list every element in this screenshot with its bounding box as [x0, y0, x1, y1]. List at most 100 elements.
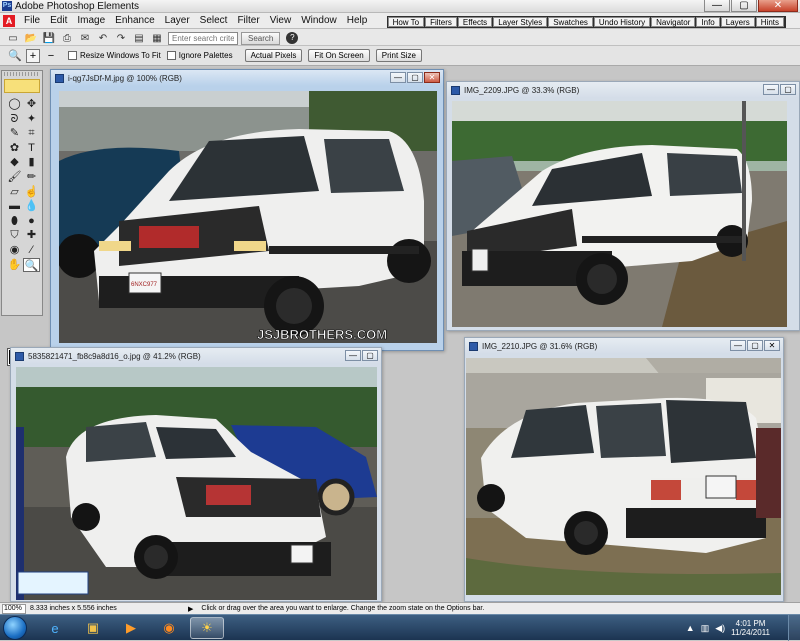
palette-tab-effects[interactable]: Effects [457, 17, 493, 27]
magic-wand-icon[interactable]: ✦ [23, 112, 40, 127]
help-icon[interactable]: ? [286, 32, 299, 44]
menu-help[interactable]: Help [342, 15, 373, 26]
doc-minimize-button[interactable]: — [345, 350, 361, 361]
clone-stamp-icon[interactable]: ⛉ [6, 228, 23, 243]
menu-view[interactable]: View [265, 15, 297, 26]
smudge-icon[interactable]: ☝ [23, 185, 40, 200]
toolbox-grip[interactable] [4, 72, 40, 76]
print-size-button[interactable]: Print Size [375, 49, 422, 62]
red-eye-icon[interactable]: ◉ [6, 243, 23, 258]
print-icon[interactable]: ⎙ [59, 31, 75, 45]
palette-tab-navigator[interactable]: Navigator [651, 17, 696, 27]
text-icon[interactable]: T [23, 141, 40, 156]
menu-edit[interactable]: Edit [45, 15, 72, 26]
search-input[interactable] [168, 31, 238, 45]
media-player-taskbar-icon[interactable]: ▶ [114, 617, 148, 639]
tray-expand-icon[interactable]: ▲ [686, 623, 695, 633]
eraser-icon[interactable]: ▱ [6, 185, 23, 200]
doc-restore-button[interactable]: ▢ [747, 340, 763, 351]
minimize-button[interactable]: — [704, 0, 730, 12]
dodge-icon[interactable]: ● [23, 214, 40, 229]
document-canvas[interactable]: 6NXC977 JSJBROTHERS.COM [59, 91, 437, 343]
resize-windows-checkbox[interactable] [68, 51, 77, 60]
start-button[interactable] [3, 616, 27, 640]
fit-on-screen-button[interactable]: Fit On Screen [308, 49, 370, 62]
zoom-tool-icon[interactable]: 🔍 [23, 257, 40, 273]
healing-brush-icon[interactable]: ✚ [23, 228, 40, 243]
marquee-icon[interactable]: ◯ [6, 97, 23, 112]
document-title-bar[interactable]: 5835821471_fb8c9a8d16_o.jpg @ 41.2% (RGB… [11, 348, 381, 364]
new-file-icon[interactable]: ▭ [5, 31, 21, 45]
document-controls: — ▢ [762, 84, 796, 95]
open-file-icon[interactable]: 📂 [23, 31, 39, 45]
menu-enhance[interactable]: Enhance [110, 15, 159, 26]
blur-icon[interactable]: 💧 [23, 199, 40, 214]
paint-bucket-icon[interactable]: ◆ [6, 155, 23, 170]
show-desktop-button[interactable] [788, 615, 800, 641]
photoshop-taskbar-icon[interactable]: ☀ [190, 617, 224, 639]
document-title-bar[interactable]: i-qg7JsDf-M.jpg @ 100% (RGB) — ▢ ✕ [51, 70, 443, 86]
ie-taskbar-icon[interactable]: e [38, 617, 72, 639]
doc-minimize-button[interactable]: — [390, 72, 406, 83]
email-icon[interactable]: ✉ [77, 31, 93, 45]
palette-tab-undo-history[interactable]: Undo History [593, 17, 651, 27]
firefox-taskbar-icon[interactable]: ◉ [152, 617, 186, 639]
redo-icon[interactable]: ↷ [113, 31, 129, 45]
search-button[interactable]: Search [241, 31, 281, 45]
close-button[interactable]: ✕ [758, 0, 798, 12]
sponge-icon[interactable]: ⬮ [6, 214, 23, 229]
shape-icon[interactable]: ▬ [6, 199, 23, 214]
menu-window[interactable]: Window [296, 15, 342, 26]
zoom-out-icon[interactable]: − [44, 49, 58, 63]
gradient-icon[interactable]: ▮ [23, 155, 40, 170]
volume-icon[interactable]: ◀) [715, 623, 725, 634]
cookie-cutter-icon[interactable]: ✿ [6, 141, 23, 156]
document-title-bar[interactable]: IMG_2210.JPG @ 31.6% (RGB) — ▢ ✕ [465, 338, 783, 354]
menu-image[interactable]: Image [72, 15, 110, 26]
undo-icon[interactable]: ↶ [95, 31, 111, 45]
palette-tab-info[interactable]: Info [696, 17, 720, 27]
brush-icon[interactable]: 🖌 [6, 170, 23, 185]
palette-tab-layer-styles[interactable]: Layer Styles [493, 17, 548, 27]
move-tool-icon[interactable]: ✥ [23, 97, 40, 112]
file-browser-icon[interactable]: ▤ [131, 31, 147, 45]
doc-minimize-button[interactable]: — [763, 84, 779, 95]
lasso-icon[interactable]: ᘐ [6, 112, 23, 127]
actual-pixels-button[interactable]: Actual Pixels [244, 49, 303, 62]
doc-close-button[interactable]: ✕ [764, 340, 780, 351]
zoom-in-icon[interactable]: + [26, 48, 40, 63]
selection-brush-icon[interactable]: ✎ [6, 126, 23, 141]
palette-tab-layers[interactable]: Layers [720, 17, 755, 27]
eyedropper-icon[interactable]: ⁄ [23, 243, 40, 258]
doc-minimize-button[interactable]: — [730, 340, 746, 351]
menu-layer[interactable]: Layer [160, 15, 195, 26]
menu-file[interactable]: File [19, 15, 45, 26]
menu-filter[interactable]: Filter [232, 15, 264, 26]
palette-tab-how-to[interactable]: How To [387, 17, 425, 27]
document-icon [451, 85, 460, 95]
ignore-palettes-checkbox[interactable] [166, 51, 176, 60]
network-icon[interactable]: ▥ [701, 623, 710, 634]
pencil-icon[interactable]: ✏ [23, 170, 40, 185]
menu-select[interactable]: Select [195, 15, 233, 26]
palette-tab-filters[interactable]: Filters [425, 17, 457, 27]
explorer-taskbar-icon[interactable]: ▣ [76, 617, 110, 639]
play-arrow-icon[interactable]: ▶ [188, 605, 193, 613]
palette-tab-swatches[interactable]: Swatches [548, 17, 593, 27]
palette-tab-hints[interactable]: Hints [755, 17, 784, 27]
hand-tool-icon[interactable]: ✋ [6, 258, 23, 273]
save-icon[interactable]: 💾 [41, 31, 57, 45]
zoom-level-field[interactable]: 100% [2, 603, 26, 614]
photo-bin-icon[interactable]: ▦ [149, 31, 165, 45]
doc-restore-button[interactable]: ▢ [362, 350, 378, 361]
maximize-button[interactable]: ▢ [731, 0, 757, 12]
document-canvas[interactable] [466, 358, 781, 595]
doc-close-button[interactable]: ✕ [424, 72, 440, 83]
document-title-bar[interactable]: IMG_2209.JPG @ 33.3% (RGB) — ▢ [447, 82, 799, 98]
clock[interactable]: 4:01 PM 11/24/2011 [731, 619, 770, 637]
crop-icon[interactable]: ⌗ [23, 126, 40, 141]
doc-restore-button[interactable]: ▢ [407, 72, 423, 83]
document-canvas[interactable] [16, 367, 377, 600]
document-canvas[interactable] [452, 101, 787, 327]
doc-restore-button[interactable]: ▢ [780, 84, 796, 95]
